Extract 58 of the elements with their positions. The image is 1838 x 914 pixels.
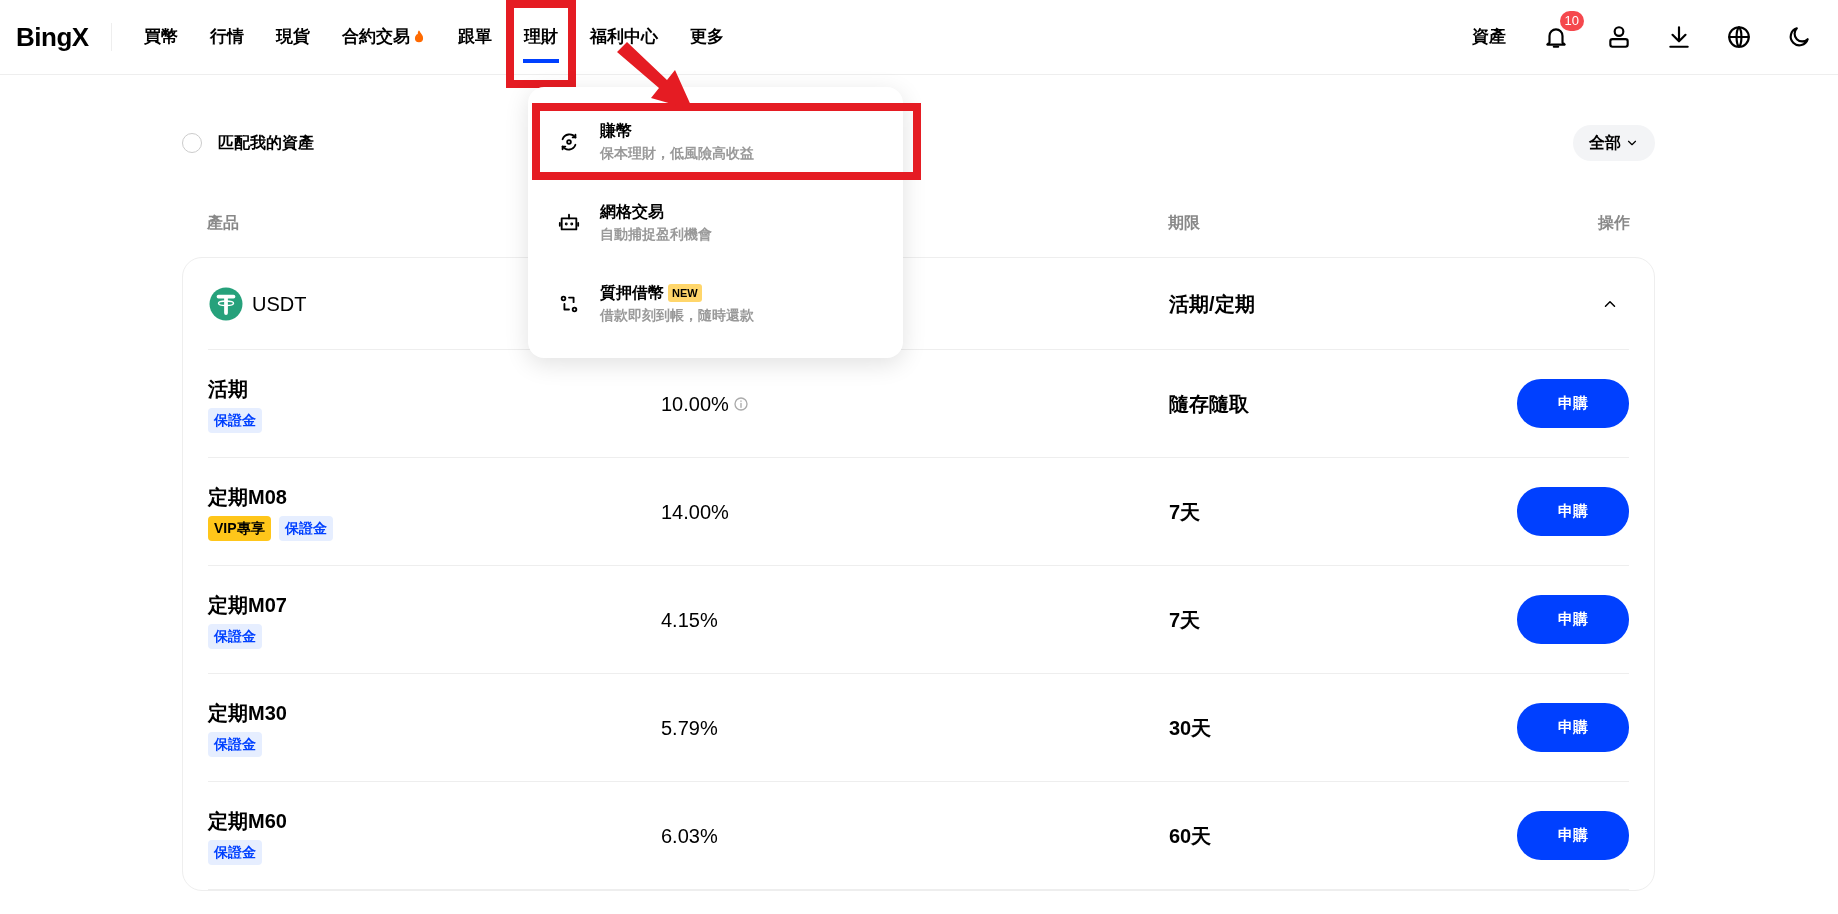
nav-link[interactable]: 跟單 <box>441 0 508 75</box>
nav-link[interactable]: 理財 <box>507 0 574 75</box>
menu-item[interactable]: 網格交易 自動捕捉盈利機會 <box>528 182 903 263</box>
margin-tag: 保證金 <box>208 624 262 649</box>
nav-link[interactable]: 買幣 <box>127 0 194 75</box>
coin-name: USDT <box>252 291 307 317</box>
term-cell-text: 7天 <box>1169 607 1202 633</box>
product-name: 定期M07 <box>208 593 288 618</box>
product-name: 定期M30 <box>208 701 288 726</box>
menu-item[interactable]: 賺幣 保本理財，低風險高收益 <box>528 101 903 182</box>
nav-link[interactable]: 合約交易 <box>325 0 442 75</box>
margin-tag: 保證金 <box>208 732 262 757</box>
menu-item-subtitle: 借款即刻到帳，隨時還款 <box>600 306 754 325</box>
apr-value: 4.15% <box>661 607 718 633</box>
menu-item[interactable]: 質押借幣 NEW 借款即刻到帳，隨時還款 <box>528 263 903 344</box>
coin-icon <box>208 285 244 322</box>
nav-link[interactable]: 福利中心 <box>573 0 674 75</box>
nav-link[interactable]: 更多 <box>673 0 740 75</box>
margin-tag: 保證金 <box>208 840 262 865</box>
subscribe-button[interactable]: 申購 <box>1517 379 1629 428</box>
term-cell-text: 60天 <box>1169 823 1213 849</box>
subscribe-button[interactable]: 申購 <box>1517 595 1629 644</box>
logo[interactable]: BingX <box>16 23 112 51</box>
column-header: 產品 <box>207 213 239 233</box>
download-icon[interactable] <box>1666 24 1692 50</box>
notification-badge: 10 <box>1559 11 1584 31</box>
apr-value: 14.00% <box>661 499 729 525</box>
checkbox-label: 匹配我的資產 <box>218 133 314 153</box>
column-header: 操作 <box>1598 213 1630 233</box>
menu-item-title: 賺幣 <box>600 121 632 141</box>
column-header: 期限 <box>1168 213 1200 233</box>
margin-tag: 保證金 <box>278 516 333 541</box>
product-name: 定期M60 <box>208 809 288 834</box>
nav-link[interactable]: 行情 <box>193 0 260 75</box>
globe-icon[interactable] <box>1726 24 1752 50</box>
product-name: 活期 <box>208 377 249 402</box>
apr-value: 6.03% <box>661 823 718 849</box>
subscribe-button[interactable]: 申購 <box>1517 703 1629 752</box>
subscribe-button[interactable]: 申購 <box>1517 487 1629 536</box>
menu-item-subtitle: 保本理財，低風險高收益 <box>600 144 754 163</box>
term-cell-text: 30天 <box>1169 715 1213 741</box>
margin-tag: 保證金 <box>208 408 262 433</box>
apr-value: 5.79% <box>661 715 718 741</box>
new-badge: NEW <box>668 283 702 303</box>
product-name: 定期M08 <box>208 485 288 510</box>
term-cell-text: 7天 <box>1169 499 1202 525</box>
term-cell-text: 活期/定期 <box>1169 291 1256 317</box>
nav-link[interactable]: 現貨 <box>259 0 326 75</box>
subscribe-button[interactable]: 申購 <box>1517 811 1629 860</box>
user-icon[interactable] <box>1606 24 1632 50</box>
menu-item-title: 質押借幣 <box>600 283 664 303</box>
menu-item-subtitle: 自動捕捉盈利機會 <box>600 225 712 244</box>
filter-dropdown[interactable]: 全部 <box>1573 125 1655 161</box>
assets-link[interactable]: 資產 <box>1472 0 1506 75</box>
menu-item-title: 網格交易 <box>600 202 664 222</box>
apr-value: 10.00% <box>661 391 729 417</box>
vip-tag: VIP專享 <box>208 516 271 541</box>
term-cell-text: 隨存隨取 <box>1169 391 1250 417</box>
